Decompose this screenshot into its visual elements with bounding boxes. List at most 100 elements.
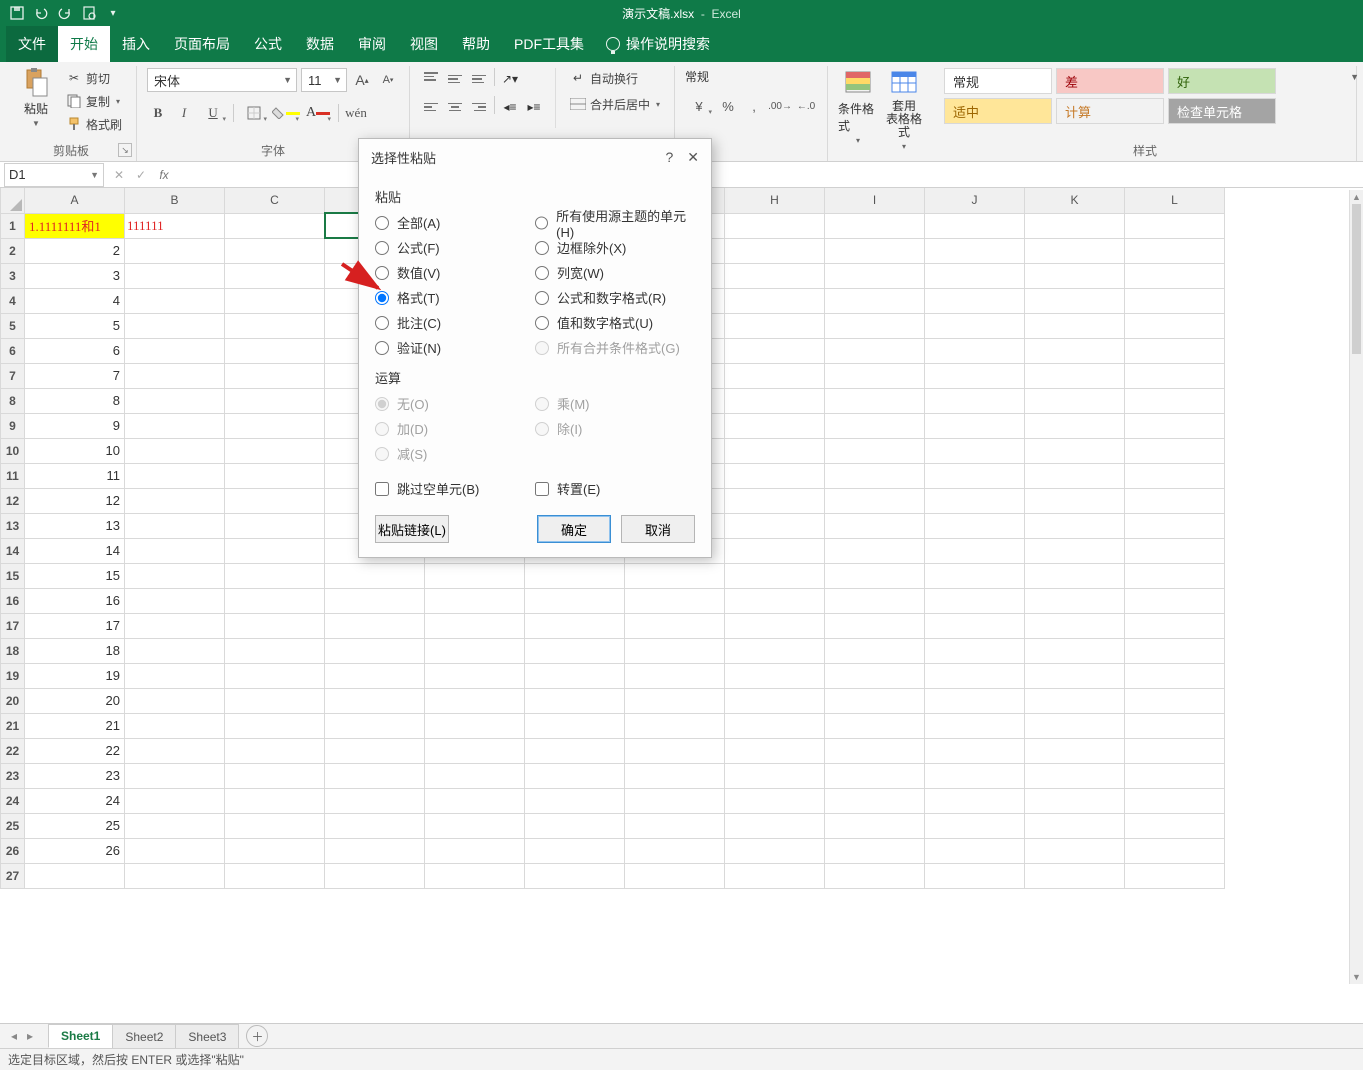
cell-J26[interactable]	[925, 838, 1025, 863]
cell-E17[interactable]	[425, 613, 525, 638]
cell-A15[interactable]: 15	[25, 563, 125, 588]
cell-K7[interactable]	[1025, 363, 1125, 388]
row-header-15[interactable]: 15	[1, 563, 25, 588]
cell-A18[interactable]: 18	[25, 638, 125, 663]
cell-B2[interactable]	[125, 238, 225, 263]
radio-validation[interactable]: 验证(N)	[375, 335, 535, 360]
cell-L21[interactable]	[1125, 713, 1225, 738]
cell-L22[interactable]	[1125, 738, 1225, 763]
undo-icon[interactable]	[30, 2, 52, 24]
cell-F23[interactable]	[525, 763, 625, 788]
percent-icon[interactable]: %	[717, 95, 739, 117]
cell-L3[interactable]	[1125, 263, 1225, 288]
cell-H17[interactable]	[725, 613, 825, 638]
valign-bottom-icon[interactable]	[468, 68, 490, 90]
cell-L14[interactable]	[1125, 538, 1225, 563]
cell-I20[interactable]	[825, 688, 925, 713]
row-header-20[interactable]: 20	[1, 688, 25, 713]
sheet-tab-1[interactable]: Sheet1	[48, 1024, 113, 1048]
cell-I19[interactable]	[825, 663, 925, 688]
cell-L10[interactable]	[1125, 438, 1225, 463]
cell-J8[interactable]	[925, 388, 1025, 413]
format-painter-button[interactable]: 格式刷	[62, 114, 126, 134]
radio-comments[interactable]: 批注(C)	[375, 310, 535, 335]
cell-F17[interactable]	[525, 613, 625, 638]
cell-I10[interactable]	[825, 438, 925, 463]
row-header-13[interactable]: 13	[1, 513, 25, 538]
col-header-I[interactable]: I	[825, 188, 925, 213]
cell-B4[interactable]	[125, 288, 225, 313]
style-calculation[interactable]: 计算	[1056, 98, 1164, 124]
cell-A20[interactable]: 20	[25, 688, 125, 713]
tab-review[interactable]: 审阅	[346, 26, 398, 62]
radio-values-numfmt[interactable]: 值和数字格式(U)	[535, 310, 695, 335]
row-header-26[interactable]: 26	[1, 838, 25, 863]
cell-F22[interactable]	[525, 738, 625, 763]
row-header-18[interactable]: 18	[1, 638, 25, 663]
cell-I6[interactable]	[825, 338, 925, 363]
style-normal[interactable]: 常规	[944, 68, 1052, 94]
cell-E15[interactable]	[425, 563, 525, 588]
cell-E18[interactable]	[425, 638, 525, 663]
col-header-C[interactable]: C	[225, 188, 325, 213]
cell-F26[interactable]	[525, 838, 625, 863]
cell-J13[interactable]	[925, 513, 1025, 538]
cell-K18[interactable]	[1025, 638, 1125, 663]
cell-G15[interactable]	[625, 563, 725, 588]
cell-I2[interactable]	[825, 238, 925, 263]
font-size-combo[interactable]: 11▼	[301, 68, 347, 92]
cell-K3[interactable]	[1025, 263, 1125, 288]
cell-A6[interactable]: 6	[25, 338, 125, 363]
tab-page-layout[interactable]: 页面布局	[162, 26, 242, 62]
underline-button[interactable]: U▾	[199, 102, 227, 124]
cell-B21[interactable]	[125, 713, 225, 738]
print-preview-icon[interactable]	[78, 2, 100, 24]
cell-F18[interactable]	[525, 638, 625, 663]
cell-F24[interactable]	[525, 788, 625, 813]
cell-B22[interactable]	[125, 738, 225, 763]
cell-F25[interactable]	[525, 813, 625, 838]
cell-I4[interactable]	[825, 288, 925, 313]
cell-B13[interactable]	[125, 513, 225, 538]
cell-G25[interactable]	[625, 813, 725, 838]
cell-F19[interactable]	[525, 663, 625, 688]
row-header-1[interactable]: 1	[1, 213, 25, 238]
cell-L17[interactable]	[1125, 613, 1225, 638]
row-header-5[interactable]: 5	[1, 313, 25, 338]
cell-J21[interactable]	[925, 713, 1025, 738]
cell-K12[interactable]	[1025, 488, 1125, 513]
cell-A16[interactable]: 16	[25, 588, 125, 613]
cell-J14[interactable]	[925, 538, 1025, 563]
cell-E27[interactable]	[425, 863, 525, 888]
sheet-nav-prev-icon[interactable]: ◂	[6, 1029, 22, 1043]
cell-B24[interactable]	[125, 788, 225, 813]
cell-K14[interactable]	[1025, 538, 1125, 563]
row-header-17[interactable]: 17	[1, 613, 25, 638]
cancel-entry-icon[interactable]: ✕	[108, 168, 130, 182]
cell-I11[interactable]	[825, 463, 925, 488]
cell-L5[interactable]	[1125, 313, 1225, 338]
cell-D23[interactable]	[325, 763, 425, 788]
cell-J15[interactable]	[925, 563, 1025, 588]
cell-K20[interactable]	[1025, 688, 1125, 713]
cell-H14[interactable]	[725, 538, 825, 563]
row-header-16[interactable]: 16	[1, 588, 25, 613]
cell-B19[interactable]	[125, 663, 225, 688]
cell-D18[interactable]	[325, 638, 425, 663]
radio-all-source-theme[interactable]: 所有使用源主题的单元(H)	[535, 210, 695, 235]
cell-I7[interactable]	[825, 363, 925, 388]
cell-G20[interactable]	[625, 688, 725, 713]
cell-H7[interactable]	[725, 363, 825, 388]
cancel-button[interactable]: 取消	[621, 515, 695, 543]
cell-H3[interactable]	[725, 263, 825, 288]
cell-J23[interactable]	[925, 763, 1025, 788]
name-box[interactable]: D1▼	[4, 163, 104, 187]
cell-D19[interactable]	[325, 663, 425, 688]
cell-H16[interactable]	[725, 588, 825, 613]
cell-C5[interactable]	[225, 313, 325, 338]
valign-top-icon[interactable]	[420, 68, 442, 90]
cell-D22[interactable]	[325, 738, 425, 763]
cell-D17[interactable]	[325, 613, 425, 638]
cell-A23[interactable]: 23	[25, 763, 125, 788]
row-header-8[interactable]: 8	[1, 388, 25, 413]
